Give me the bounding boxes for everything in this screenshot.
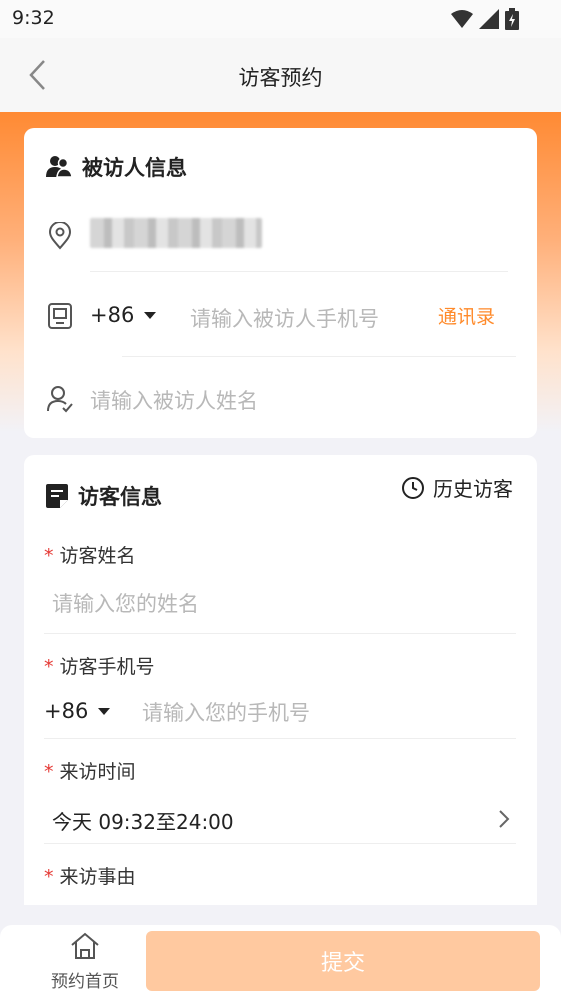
required-mark: *: [44, 656, 54, 678]
note-icon: [46, 484, 68, 508]
required-mark: *: [44, 545, 54, 567]
clock-icon: [402, 476, 424, 499]
divider: [44, 738, 516, 739]
home-tab-label: 预约首页: [51, 972, 119, 992]
status-time: 9:32: [12, 7, 55, 29]
bottom-bar: 预约首页 提交: [0, 925, 561, 999]
visitor-card: 访客信息 历史访客 * 访客姓名 请输入您的姓名 * 访客手机号 +86 请输入您的…: [24, 455, 537, 905]
visit-reason-label: * 来访事由: [44, 862, 136, 889]
visit-reason-label-text: 来访事由: [59, 866, 136, 888]
contacts-link[interactable]: 通讯录: [438, 302, 495, 329]
visitee-country-code-select[interactable]: +86: [90, 303, 157, 327]
history-visitors-label: 历史访客: [433, 477, 513, 501]
visit-time-label-text: 来访时间: [59, 761, 136, 783]
visitor-phone-label-text: 访客手机号: [59, 656, 155, 678]
wifi-icon: [451, 10, 473, 28]
visit-time-label: * 来访时间: [44, 757, 136, 784]
location-pin-icon: [48, 222, 72, 250]
divider: [44, 633, 516, 634]
home-icon: [71, 932, 99, 959]
visitor-name-input[interactable]: 请输入您的姓名: [52, 588, 199, 618]
visitor-section-title: 访客信息: [78, 485, 162, 509]
visitee-phone-input[interactable]: 请输入被访人手机号: [190, 303, 379, 333]
visitor-name-label: * 访客姓名: [44, 541, 136, 568]
required-mark: *: [44, 761, 54, 783]
visit-time-value[interactable]: 今天 09:32至24:00: [52, 806, 234, 835]
status-icons: [451, 8, 519, 30]
chevron-right-icon[interactable]: [497, 809, 511, 829]
signal-icon: [479, 9, 499, 29]
nav-bar: 访客预约: [0, 38, 561, 112]
users-icon: [46, 156, 72, 178]
submit-button[interactable]: 提交: [146, 931, 540, 991]
visitee-address-blurred[interactable]: [90, 218, 262, 248]
divider: [122, 356, 516, 357]
home-tab-button[interactable]: 预约首页: [40, 931, 130, 997]
visitor-name-label-text: 访客姓名: [59, 545, 136, 567]
visitor-section-header: 访客信息: [46, 481, 162, 511]
visitee-name-input[interactable]: 请输入被访人姓名: [90, 385, 258, 415]
page-title: 访客预约: [238, 66, 323, 90]
country-code-text: +86: [44, 699, 89, 723]
phone-device-icon: [48, 303, 72, 329]
visitee-section-title: 被访人信息: [82, 156, 187, 180]
visitee-card: 被访人信息 +86 请输入被访人手机号 通讯录 请输入被访人姓名: [24, 128, 537, 438]
divider: [90, 271, 508, 272]
status-bar: 9:32: [0, 0, 561, 38]
caret-down-icon: [98, 707, 111, 715]
battery-icon: [505, 8, 519, 30]
user-check-icon: [47, 386, 73, 413]
visitee-section-header: 被访人信息: [46, 152, 187, 182]
visitor-phone-label: * 访客手机号: [44, 652, 155, 679]
required-mark: *: [44, 866, 54, 888]
divider: [44, 843, 516, 844]
caret-down-icon: [144, 311, 157, 319]
country-code-text: +86: [90, 303, 135, 327]
visitor-country-code-select[interactable]: +86: [44, 699, 111, 723]
history-visitors-button[interactable]: 历史访客: [401, 473, 513, 502]
visitor-phone-input[interactable]: 请输入您的手机号: [142, 697, 310, 727]
